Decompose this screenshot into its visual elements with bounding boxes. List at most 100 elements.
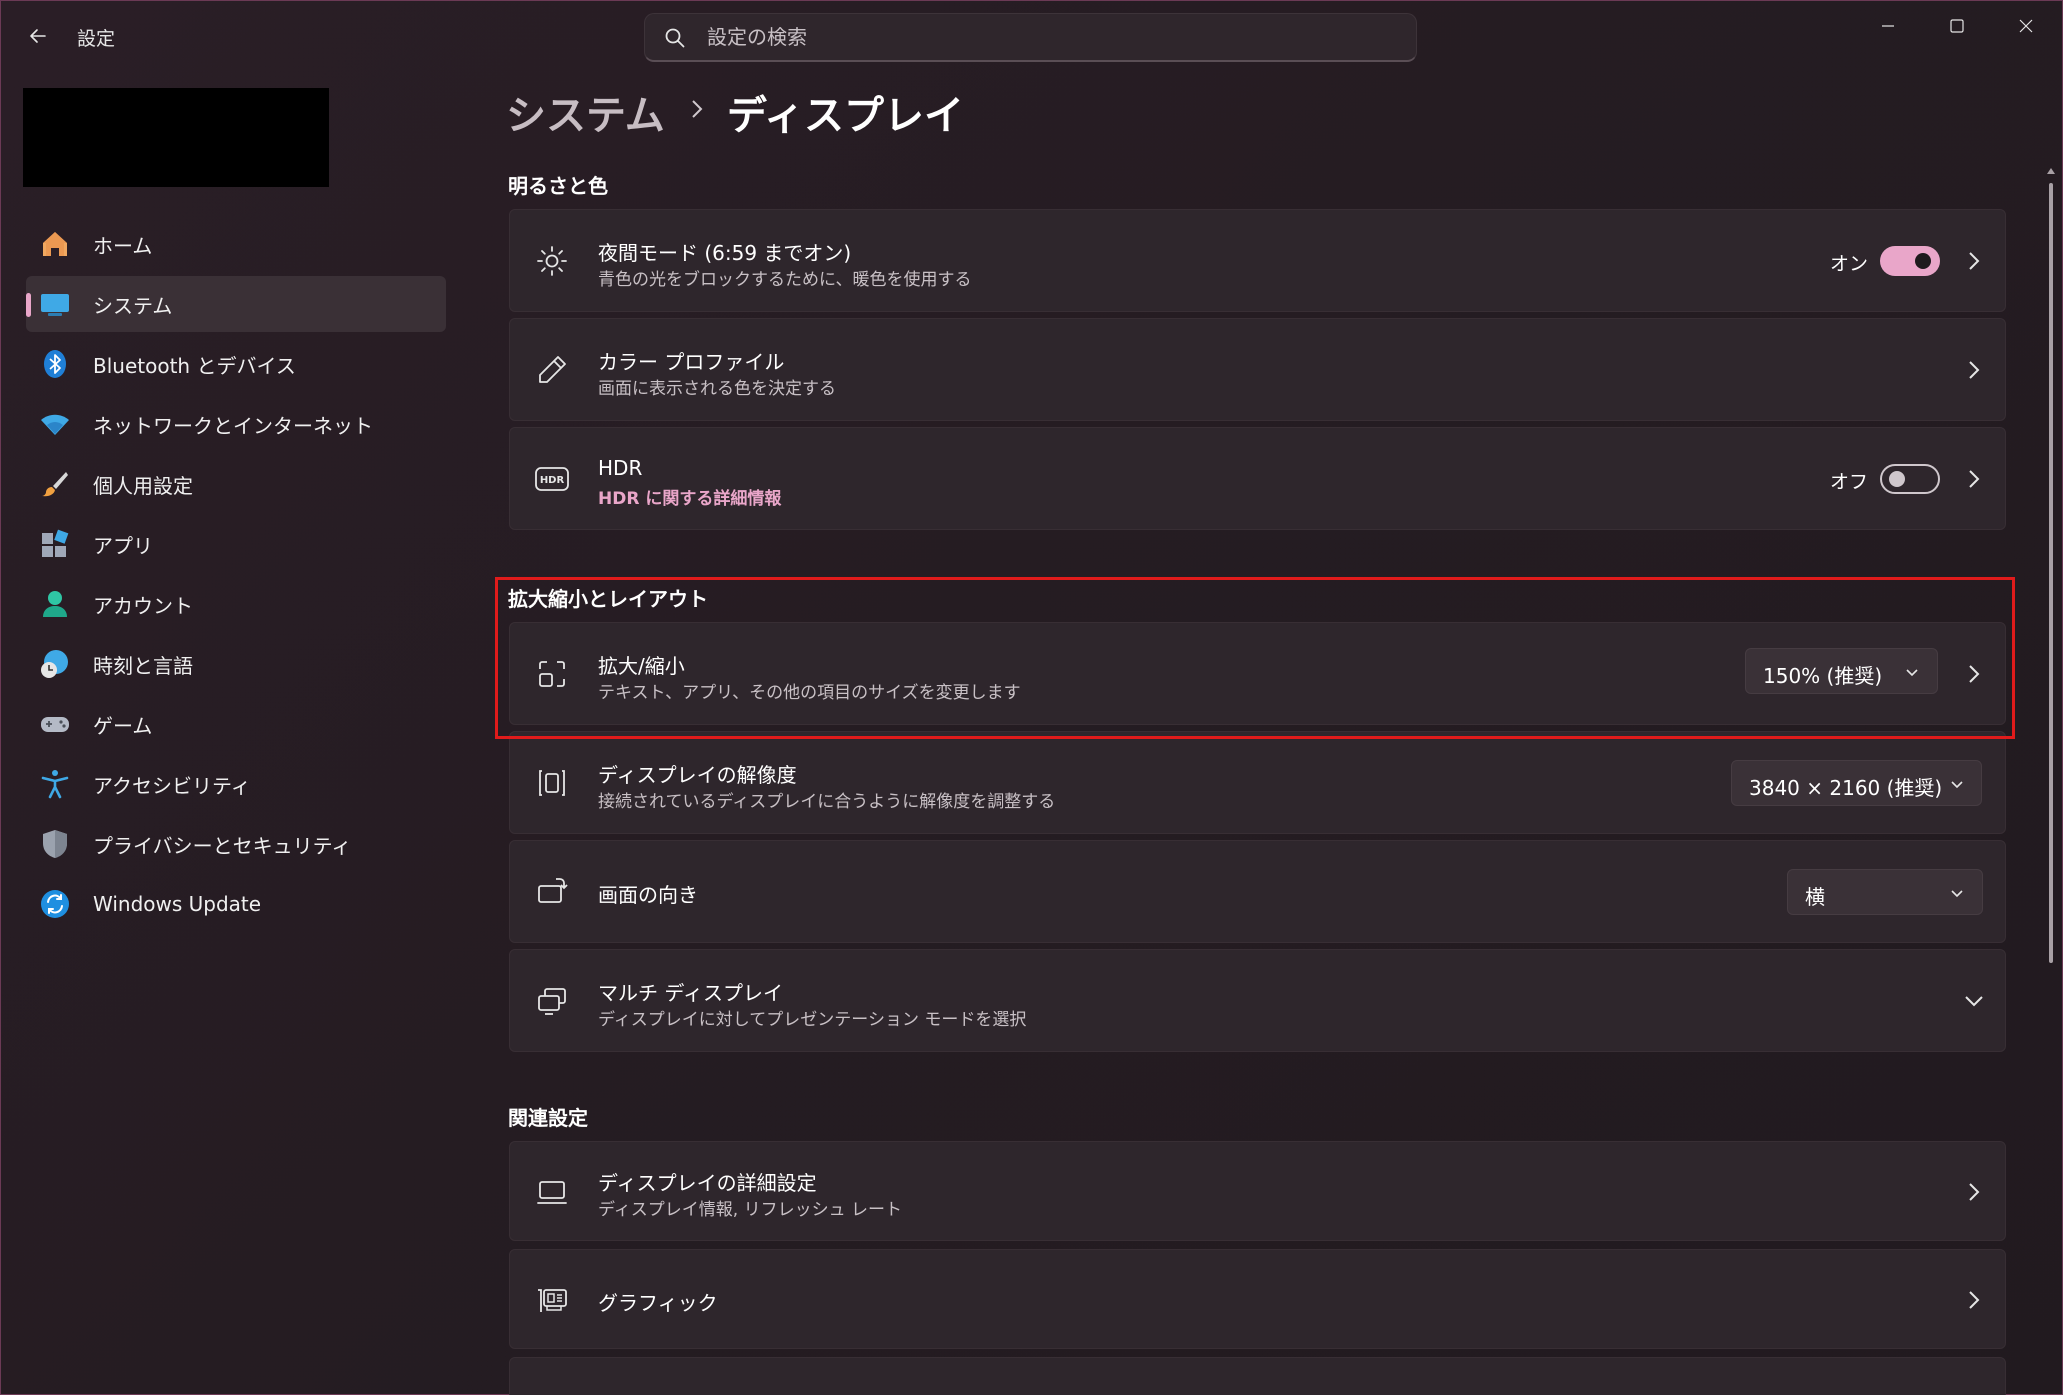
night-light-card[interactable]: 夜間モード (6:59 までオン) 青色の光をブロックするために、暖色を使用する… — [509, 209, 2006, 312]
sidebar-item-accounts[interactable]: アカウント — [26, 576, 446, 632]
apps-icon — [40, 529, 70, 559]
section-title-brightness: 明るさと色 — [508, 174, 608, 198]
graphics-card[interactable]: グラフィック — [509, 1249, 2006, 1349]
update-icon — [40, 889, 70, 919]
advanced-display-title: ディスプレイの詳細設定 — [598, 1171, 817, 1195]
sidebar-item-label: ゲーム — [93, 713, 153, 738]
chevron-down-icon — [1951, 890, 1963, 898]
sidebar-item-time-language[interactable]: 時刻と言語 — [26, 636, 446, 692]
sidebar-item-label: ネットワークとインターネット — [93, 413, 373, 438]
night-light-toggle[interactable] — [1880, 246, 1940, 276]
home-icon — [40, 229, 70, 259]
orientation-title: 画面の向き — [598, 883, 698, 907]
gamepad-icon — [40, 709, 70, 739]
orientation-dropdown[interactable]: 横 — [1787, 869, 1983, 915]
multi-display-icon — [534, 983, 570, 1019]
sidebar-item-label: アカウント — [93, 593, 193, 618]
partial-card[interactable] — [509, 1357, 2006, 1395]
minimize-button[interactable] — [1855, 8, 1921, 44]
bluetooth-icon — [40, 349, 70, 379]
sidebar-item-apps[interactable]: アプリ — [26, 516, 446, 572]
sidebar-item-system[interactable]: システム — [26, 276, 446, 332]
resolution-dropdown-value: 3840 × 2160 (推奨) — [1749, 776, 1943, 800]
wifi-icon — [40, 409, 70, 439]
night-light-state: オン — [1830, 253, 1869, 275]
orientation-card[interactable]: 画面の向き 横 — [509, 840, 2006, 943]
page-title: ディスプレイ — [726, 93, 965, 139]
orientation-dropdown-value: 横 — [1805, 885, 1825, 909]
toggle-knob — [1915, 253, 1931, 269]
hdr-icon: HDR — [534, 461, 570, 497]
eyedropper-icon — [534, 352, 570, 388]
app-title: 設定 — [77, 28, 116, 50]
multi-display-subtitle: ディスプレイに対してプレゼンテーション モードを選択 — [598, 1010, 1027, 1030]
resolution-card[interactable]: ディスプレイの解像度 接続されているディスプレイに合うように解像度を調整する 3… — [509, 731, 2006, 834]
sidebar-item-privacy-security[interactable]: プライバシーとセキュリティ — [26, 816, 446, 872]
breadcrumb-parent[interactable]: システム — [506, 83, 665, 141]
back-button[interactable] — [20, 18, 56, 54]
breadcrumb-separator-icon — [689, 97, 705, 127]
back-arrow-icon — [30, 29, 46, 43]
accessibility-icon — [40, 769, 70, 799]
minimize-icon — [1882, 25, 1894, 27]
toggle-knob — [1889, 471, 1905, 487]
sidebar-nav: ホーム システム Bluetooth とデバイス ネットワークとインターネット … — [26, 216, 446, 936]
sidebar-item-label: システム — [93, 293, 173, 318]
account-profile-redacted[interactable] — [23, 88, 329, 187]
chevron-right-icon[interactable] — [1962, 249, 1986, 273]
sidebar-item-network[interactable]: ネットワークとインターネット — [26, 396, 446, 452]
sidebar-item-windows-update[interactable]: Windows Update — [26, 876, 446, 932]
hdr-card[interactable]: HDR HDR HDR に関する詳細情報 オフ — [509, 427, 2006, 530]
sidebar-item-accessibility[interactable]: アクセシビリティ — [26, 756, 446, 812]
search-icon — [665, 28, 685, 48]
hdr-learn-more-link[interactable]: HDR に関する詳細情報 — [598, 484, 781, 509]
resolution-icon — [534, 765, 570, 801]
brush-icon — [40, 469, 70, 499]
multi-display-title: マルチ ディスプレイ — [598, 981, 783, 1005]
advanced-display-card[interactable]: ディスプレイの詳細設定 ディスプレイ情報, リフレッシュ レート — [509, 1141, 2006, 1241]
highlight-annotation — [495, 577, 2015, 739]
title-bar: 設定 — [0, 0, 2063, 74]
color-profile-card[interactable]: カラー プロファイル 画面に表示される色を決定する — [509, 318, 2006, 421]
hdr-title: HDR — [598, 456, 643, 480]
color-profile-title: カラー プロファイル — [598, 350, 785, 374]
orientation-icon — [534, 874, 570, 910]
sidebar-item-label: Bluetooth とデバイス — [93, 353, 296, 378]
night-light-title: 夜間モード (6:59 までオン) — [598, 241, 852, 265]
search-input[interactable] — [707, 22, 1387, 52]
sidebar-item-label: アプリ — [93, 533, 153, 558]
resolution-title: ディスプレイの解像度 — [598, 763, 797, 787]
night-light-subtitle: 青色の光をブロックするために、暖色を使用する — [598, 270, 972, 290]
close-button[interactable] — [1993, 8, 2059, 44]
sidebar-item-home[interactable]: ホーム — [26, 216, 446, 272]
chevron-down-icon[interactable] — [1962, 989, 1986, 1013]
color-profile-subtitle: 画面に表示される色を決定する — [598, 379, 836, 399]
close-icon — [2019, 19, 2033, 33]
scrollbar[interactable] — [2046, 165, 2056, 1395]
selection-indicator — [26, 293, 31, 317]
chevron-right-icon[interactable] — [1962, 358, 1986, 382]
search-box[interactable] — [644, 13, 1417, 62]
scrollbar-thumb[interactable] — [2049, 183, 2053, 963]
section-title-related: 関連設定 — [508, 1106, 588, 1130]
hdr-toggle[interactable] — [1880, 464, 1940, 494]
chevron-right-icon[interactable] — [1962, 1288, 1986, 1312]
maximize-icon — [1950, 19, 1964, 33]
resolution-dropdown[interactable]: 3840 × 2160 (推奨) — [1731, 760, 1982, 806]
chevron-right-icon[interactable] — [1962, 467, 1986, 491]
multi-display-card[interactable]: マルチ ディスプレイ ディスプレイに対してプレゼンテーション モードを選択 — [509, 949, 2006, 1052]
maximize-button[interactable] — [1924, 8, 1990, 44]
sidebar-item-personalization[interactable]: 個人用設定 — [26, 456, 446, 512]
sidebar-item-label: プライバシーとセキュリティ — [93, 833, 352, 858]
advanced-display-subtitle: ディスプレイ情報, リフレッシュ レート — [598, 1200, 903, 1220]
sidebar-item-label: 個人用設定 — [93, 473, 193, 498]
chevron-down-icon — [1951, 781, 1963, 789]
scroll-up-arrow-icon[interactable] — [2046, 165, 2056, 177]
chevron-right-icon[interactable] — [1962, 1180, 1986, 1204]
sidebar-item-gaming[interactable]: ゲーム — [26, 696, 446, 752]
globe-clock-icon — [40, 649, 70, 679]
sidebar-item-label: ホーム — [93, 233, 153, 258]
sidebar-item-bluetooth[interactable]: Bluetooth とデバイス — [26, 336, 446, 392]
graphics-title: グラフィック — [598, 1291, 718, 1315]
resolution-subtitle: 接続されているディスプレイに合うように解像度を調整する — [598, 792, 1056, 812]
